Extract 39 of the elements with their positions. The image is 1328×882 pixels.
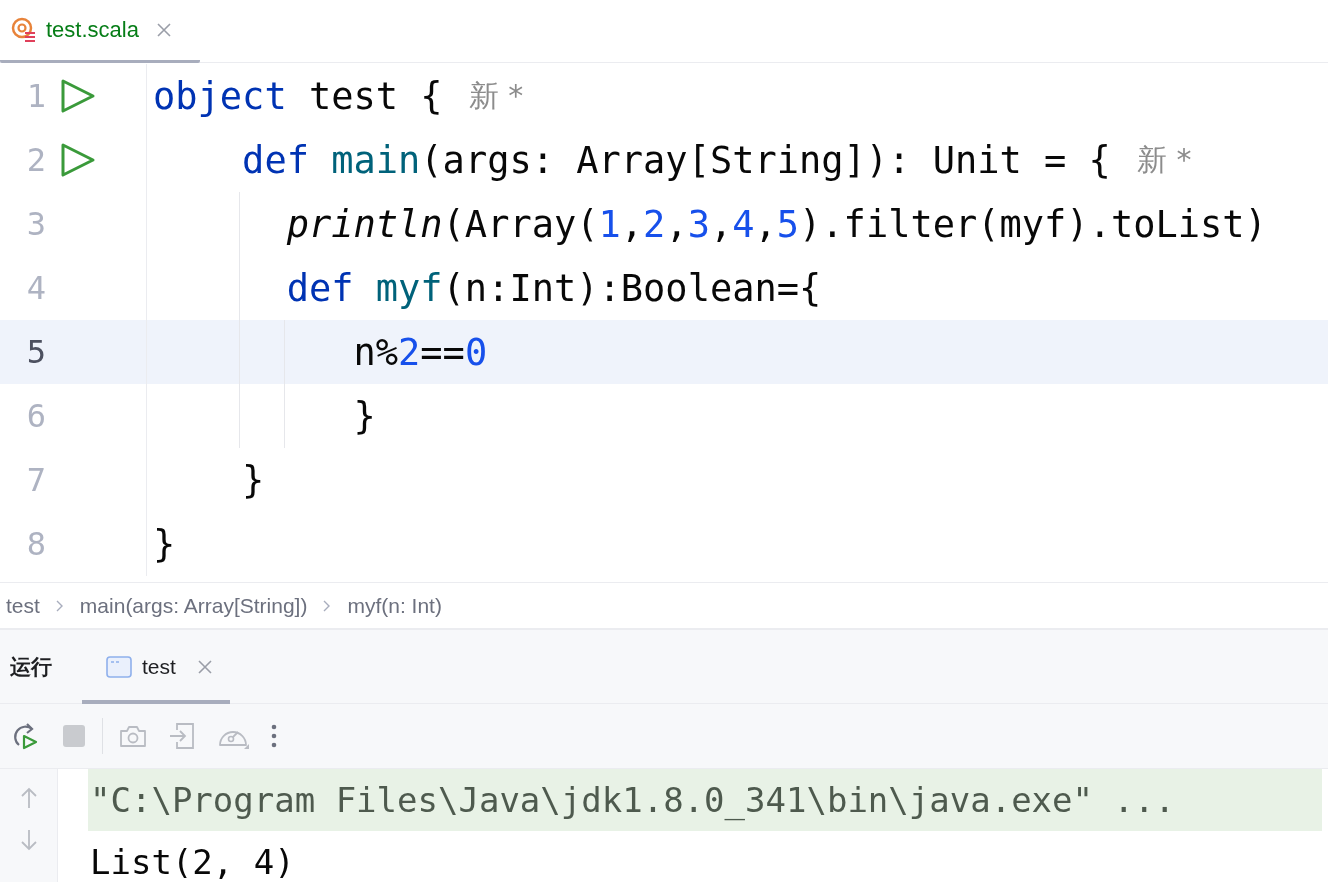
console-output-line: List(2, 4): [89, 841, 296, 882]
camera-icon[interactable]: [119, 724, 147, 748]
file-tab[interactable]: test.scala: [0, 0, 200, 63]
code-text: def myf(n:Int):Boolean={: [286, 266, 822, 310]
run-tab[interactable]: test: [82, 629, 230, 704]
run-icon[interactable]: [60, 142, 96, 178]
author-hint[interactable]: 新 *: [468, 75, 524, 117]
line-number: 2: [25, 141, 46, 179]
import-icon[interactable]: [169, 722, 195, 750]
code-text: }: [353, 394, 376, 438]
stop-icon[interactable]: [62, 724, 86, 748]
chevron-icon: [323, 599, 332, 612]
chevron-icon: [55, 599, 64, 612]
run-icon[interactable]: [60, 78, 96, 114]
arrow-down-icon[interactable]: [19, 829, 38, 851]
code-text: object test {: [153, 74, 443, 118]
line-number: 7: [25, 461, 46, 499]
close-icon[interactable]: [156, 23, 171, 37]
arrow-up-icon[interactable]: [19, 787, 38, 809]
code-text: def main(args: Array[String]): Unit = {: [242, 138, 1111, 182]
line-number: 1: [25, 77, 46, 115]
code-text: }: [242, 458, 265, 502]
more-icon[interactable]: [271, 724, 277, 748]
breadcrumb-item[interactable]: test: [6, 593, 40, 618]
author-hint[interactable]: 新 *: [1136, 139, 1192, 181]
code-text: println(Array(1,2,3,4,5).filter(myf).toList): [286, 202, 1267, 246]
breadcrumb-item[interactable]: main(args: Array[String]): [79, 593, 308, 618]
scala-file-icon: [10, 16, 38, 44]
code-text: }: [153, 522, 176, 566]
breadcrumb-item[interactable]: myf(n: Int): [347, 593, 442, 618]
line-number: 3: [25, 205, 46, 243]
line-number: 8: [25, 525, 46, 563]
line-number: 6: [25, 397, 46, 435]
line-number: 5: [25, 333, 46, 371]
close-icon[interactable]: [197, 659, 212, 674]
panel-title: 运行: [9, 653, 53, 680]
code-text: n%2==0: [353, 330, 488, 374]
console-icon: [106, 655, 132, 678]
line-number: 4: [25, 269, 46, 307]
